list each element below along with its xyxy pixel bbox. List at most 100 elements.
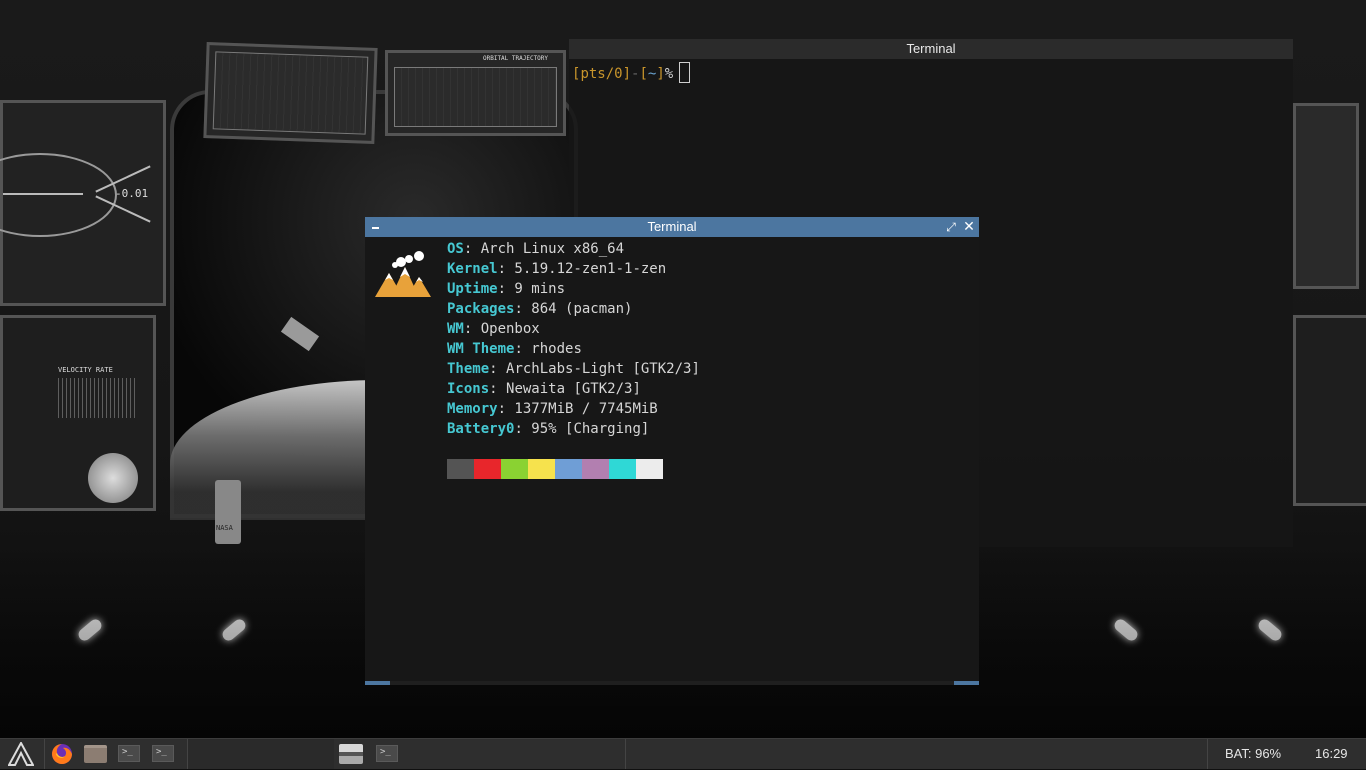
info-value: : ArchLabs-Light [GTK2/3] [489, 361, 700, 377]
hud-readout: -0.01 [115, 187, 149, 200]
minus-icon [371, 226, 379, 229]
window-title: Terminal [647, 219, 697, 234]
info-row: Kernel: 5.19.12-zen1-1-zen [447, 259, 666, 279]
nasa-kiosk: NASA [215, 480, 241, 544]
file-manager-launcher[interactable] [84, 739, 108, 769]
terminal-icon: >_ [118, 745, 140, 762]
info-key: Kernel [447, 261, 498, 277]
nasa-label: NASA [216, 524, 233, 532]
color-swatch [447, 459, 474, 479]
color-palette [447, 459, 663, 479]
color-swatch [582, 459, 609, 479]
hud-ring [0, 153, 117, 237]
separator [625, 739, 626, 769]
info-value: : Newaita [GTK2/3] [489, 381, 641, 397]
info-row: Packages: 864 (pacman) [447, 299, 632, 319]
prompt-symbol: % [664, 66, 674, 82]
archlabs-mountain-logo-icon [375, 251, 431, 297]
terminal-icon: >_ [152, 745, 174, 762]
firefox-icon [52, 744, 72, 764]
scroll-indicator [365, 681, 979, 685]
shell-prompt: [pts/0]-[~]% [572, 62, 691, 84]
info-value: : rhodes [514, 341, 582, 357]
scroll-marker-right [954, 681, 979, 685]
right-hud-panel [1293, 103, 1359, 289]
window-title-bar[interactable]: Terminal [569, 39, 1293, 59]
info-value: : 864 (pacman) [514, 301, 633, 317]
color-swatch [555, 459, 582, 479]
info-key: Icons [447, 381, 490, 397]
info-key: Uptime [447, 281, 498, 297]
info-row: OS: Arch Linux x86_64 [447, 239, 624, 259]
task-switcher-area [188, 739, 334, 769]
info-key: Memory [447, 401, 498, 417]
maximize-icon: ⤢ [946, 220, 956, 234]
info-row: WM: Openbox [447, 319, 540, 339]
color-swatch [528, 459, 555, 479]
terminal-launcher[interactable]: >_ [118, 739, 142, 769]
top-screen-1 [203, 42, 378, 144]
separator [44, 739, 45, 769]
top-screen-2: ORBITAL TRAJECTORY [385, 50, 566, 136]
task-window-rhodes[interactable] [339, 739, 365, 769]
info-row: Uptime: 9 mins [447, 279, 565, 299]
task-window-terminal[interactable]: >_ [376, 739, 400, 769]
terminal-launcher[interactable]: >_ [152, 739, 176, 769]
left-lower-panel: VELOCITY RATE [0, 315, 156, 511]
left-hud-panel: -0.01 [0, 100, 166, 306]
hud-line [3, 193, 83, 195]
info-key: Theme [447, 361, 490, 377]
separator [1207, 739, 1208, 769]
maximize-button[interactable]: ⤢ [943, 217, 959, 237]
velocity-label: VELOCITY RATE [58, 366, 113, 374]
right-lower-panel [1293, 315, 1366, 506]
info-key: WM [447, 321, 464, 337]
app-menu-button[interactable] [7, 739, 36, 769]
firefox-launcher[interactable] [51, 739, 73, 769]
info-value: : Openbox [463, 321, 540, 337]
info-key: OS [447, 241, 464, 257]
info-row: Icons: Newaita [GTK2/3] [447, 379, 641, 399]
color-swatch [609, 459, 636, 479]
info-value: : Arch Linux x86_64 [463, 241, 625, 257]
color-swatch [474, 459, 501, 479]
archlabs-logo-icon [7, 740, 35, 766]
window-menu-button[interactable] [367, 217, 383, 237]
window-title: Terminal [906, 41, 956, 56]
clock[interactable]: 16:29 [1315, 739, 1348, 769]
info-key: WM Theme [447, 341, 515, 357]
info-row: Theme: ArchLabs-Light [GTK2/3] [447, 359, 700, 379]
prompt-bracket: [ [639, 66, 648, 82]
info-value: : 1377MiB / 7745MiB [497, 401, 658, 417]
prompt-tty: pts/0 [580, 66, 623, 82]
scroll-marker-left [365, 681, 390, 685]
info-row: Memory: 1377MiB / 7745MiB [447, 399, 658, 419]
graph-waveform [58, 378, 138, 418]
info-key: Battery0 [447, 421, 515, 437]
info-value: : 95% [Charging] [514, 421, 650, 437]
prompt-bracket: ] [656, 66, 665, 82]
screen-content [212, 51, 369, 135]
terminal-window-front[interactable]: Terminal ⤢ ✕ OS: Arch Linux x86_64 Kernel… [365, 217, 979, 685]
close-icon: ✕ [963, 219, 975, 235]
color-swatch [636, 459, 663, 479]
info-key: Packages [447, 301, 515, 317]
close-button[interactable]: ✕ [961, 217, 977, 237]
info-value: : 9 mins [497, 281, 566, 297]
info-row: Battery0: 95% [Charging] [447, 419, 649, 439]
orbital-label: ORBITAL TRAJECTORY [483, 55, 549, 62]
screen-content [394, 67, 557, 127]
moon-disc [88, 453, 138, 503]
rhodes-app-icon [339, 744, 363, 764]
prompt-bracket: ] [622, 66, 632, 82]
window-title-bar[interactable]: Terminal [365, 217, 979, 237]
terminal-body[interactable]: OS: Arch Linux x86_64 Kernel: 5.19.12-zen… [365, 237, 979, 685]
color-swatch [501, 459, 528, 479]
info-value: : 5.19.12-zen1-1-zen [497, 261, 667, 277]
text-cursor [679, 62, 691, 83]
file-manager-icon [84, 745, 107, 763]
battery-status: BAT: 96% [1225, 746, 1282, 761]
taskbar: >_ >_ >_ BAT: 96% 16:29 [0, 738, 1366, 769]
terminal-icon: >_ [376, 745, 398, 762]
info-row: WM Theme: rhodes [447, 339, 582, 359]
